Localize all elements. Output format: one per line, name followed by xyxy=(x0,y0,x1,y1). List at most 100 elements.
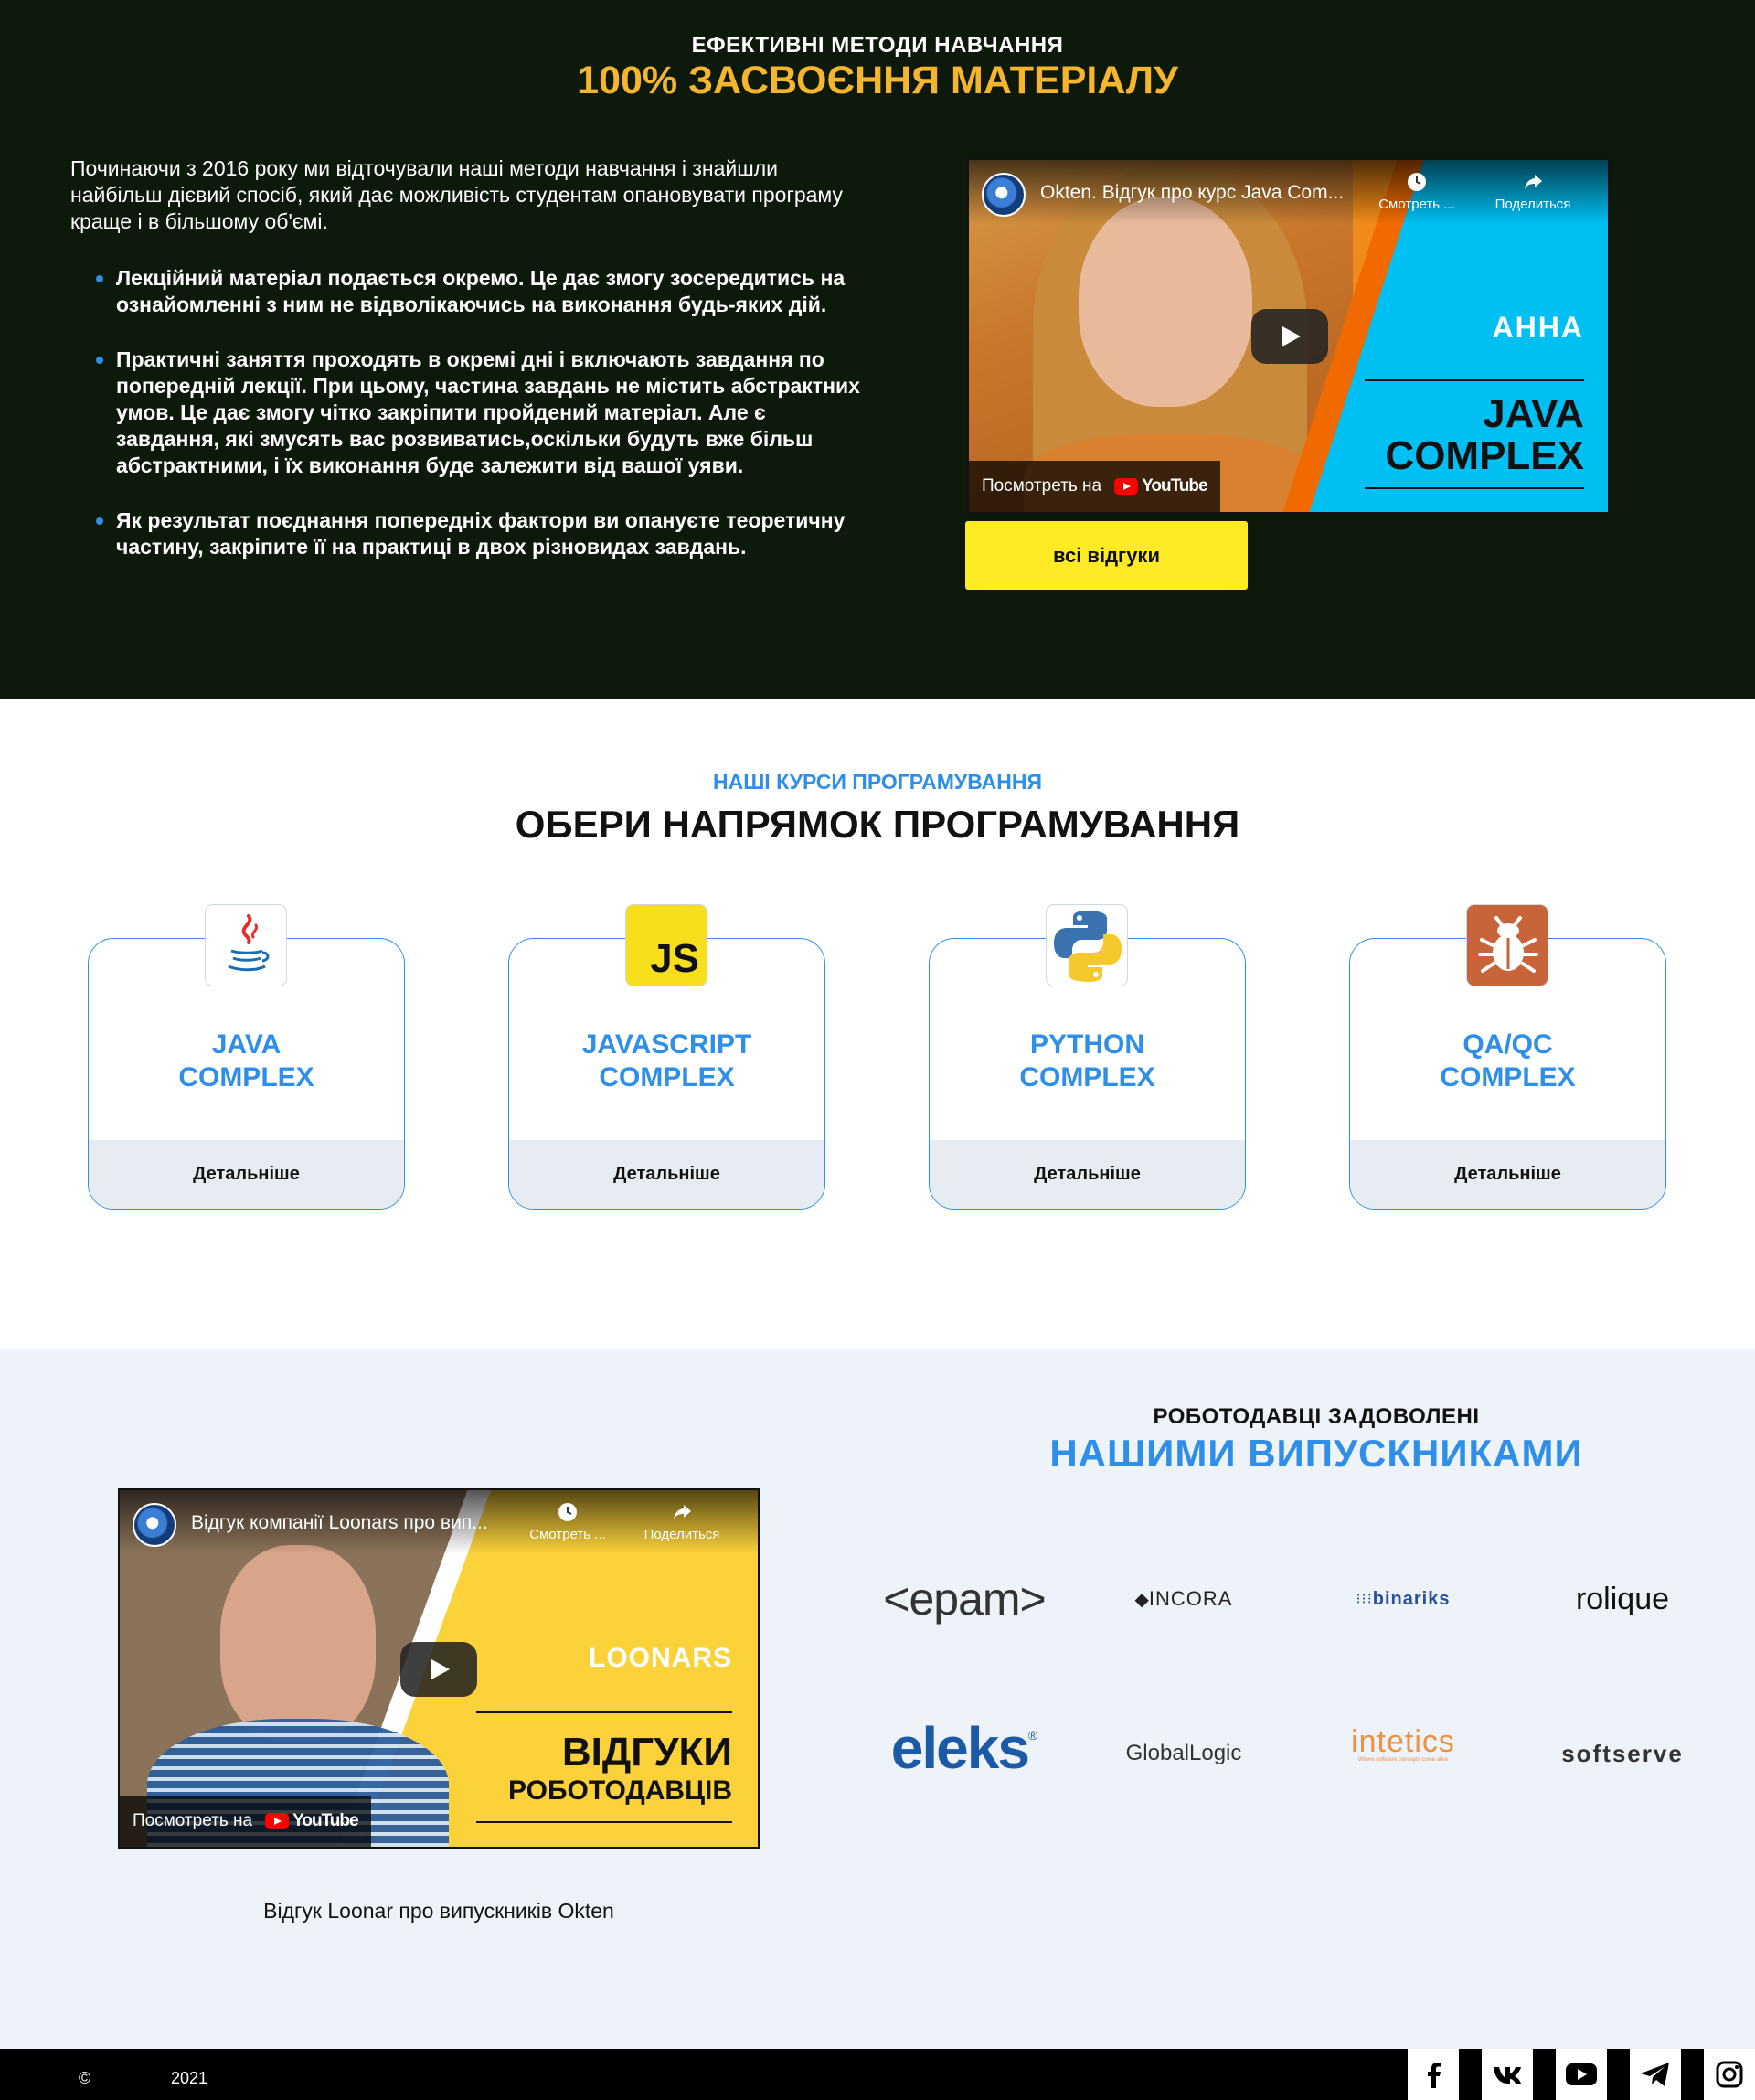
rolique-logo-text: rolique xyxy=(1575,1581,1670,1616)
video-title[interactable]: Okten. Відгук про курс Java Com... xyxy=(1040,182,1344,204)
channel-avatar-icon[interactable] xyxy=(133,1503,176,1547)
course-name: JAVA COMPLEX xyxy=(89,1029,404,1094)
course-name: QA/QC COMPLEX xyxy=(1350,1029,1665,1094)
binariks-logo: ⁝⁝⁝ binariks xyxy=(1321,1572,1485,1626)
telegram-icon[interactable] xyxy=(1630,2049,1681,2100)
course-name-line1: PYTHON xyxy=(1029,1029,1144,1060)
thumbnail-name: АННА xyxy=(1492,311,1584,344)
instagram-icon[interactable] xyxy=(1704,2049,1755,2100)
softserve-logo-text: softserve xyxy=(1561,1739,1684,1767)
methods-point-text: Лекційний матеріал подається окремо. Це … xyxy=(116,266,846,316)
intetics-logo-text: intetics xyxy=(1351,1724,1455,1759)
copyright-year: 2021 xyxy=(171,2069,208,2087)
bullet-icon xyxy=(96,357,103,364)
thumbnail-course-line1: JAVA xyxy=(1483,391,1584,436)
thumbnail-divider xyxy=(1365,379,1584,381)
share-button[interactable]: Поделиться xyxy=(1487,171,1579,212)
thumbnail-divider xyxy=(476,1711,732,1713)
courses-kicker: НАШІ КУРСИ ПРОГРАМУВАННЯ xyxy=(712,770,1043,794)
course-name: JAVASCRIPT COMPLEX xyxy=(509,1029,824,1094)
js-icon-text: JS xyxy=(650,936,699,981)
eleks-logo: eleks ® xyxy=(873,1715,1056,1781)
watch-on-label: Посмотреть на xyxy=(982,476,1102,496)
bullet-icon xyxy=(96,275,103,282)
methods-kicker: ЕФЕКТИВНІ МЕТОДИ НАВЧАННЯ xyxy=(691,33,1064,58)
course-name-line2: COMPLEX xyxy=(178,1062,314,1093)
watch-later-button[interactable]: Смотреть ... xyxy=(522,1501,613,1542)
globallogic-logo-text: GlobalLogic xyxy=(1125,1741,1242,1765)
share-label: Поделиться xyxy=(1494,197,1571,212)
course-name-line2: COMPLEX xyxy=(1440,1062,1576,1093)
python-icon xyxy=(1046,904,1128,986)
copyright-symbol: © xyxy=(79,2069,91,2087)
watch-on-label: Посмотреть на xyxy=(133,1811,253,1830)
registered-icon: ® xyxy=(1027,1728,1038,1743)
share-button[interactable]: Поделиться xyxy=(636,1501,728,1542)
methods-list-item: Лекційний матеріал подається окремо. Це … xyxy=(70,265,866,318)
bug-icon xyxy=(1466,904,1548,986)
vk-icon[interactable] xyxy=(1482,2049,1533,2100)
play-button[interactable] xyxy=(400,1642,477,1697)
course-details-link[interactable]: Детальніше xyxy=(930,1140,1245,1209)
methods-title: 100% ЗАСВОЄННЯ МАТЕРІАЛУ xyxy=(577,59,1178,102)
watch-on-youtube-link[interactable]: Посмотреть на YouTube xyxy=(969,461,1220,512)
facebook-icon[interactable] xyxy=(1408,2049,1459,2100)
methods-section: ЕФЕКТИВНІ МЕТОДИ НАВЧАННЯ 100% ЗАСВОЄННЯ… xyxy=(0,0,1755,699)
watch-later-label: Смотреть ... xyxy=(529,1527,606,1542)
epam-logo: <epam> xyxy=(878,1572,1051,1626)
js-icon: JS xyxy=(625,904,707,986)
youtube-wordmark: YouTube xyxy=(1142,476,1207,496)
java-icon xyxy=(205,904,287,986)
share-label: Поделиться xyxy=(644,1527,720,1542)
thumbnail-line1: ВІДГУКИ xyxy=(561,1730,732,1775)
course-details-link[interactable]: Детальніше xyxy=(89,1140,404,1209)
share-icon xyxy=(636,1501,728,1527)
course-details-link[interactable]: Детальніше xyxy=(1350,1140,1665,1209)
youtube-logo-icon: YouTube xyxy=(265,1811,359,1831)
methods-intro: Починаючи з 2016 року ми відточували наш… xyxy=(70,156,843,233)
binariks-logo-text: binariks xyxy=(1372,1588,1451,1609)
course-name: PYTHON COMPLEX xyxy=(930,1029,1245,1094)
employers-title: НАШИМИ ВИПУСКНИКАМИ xyxy=(1049,1432,1583,1475)
employer-video-player[interactable]: LOONARS ВІДГУКИ РОБОТОДАВЦІВ Відгук комп… xyxy=(118,1488,760,1849)
methods-point-text: Практичні заняття проходять в окремі дні… xyxy=(116,347,860,477)
intetics-logo: intetics Where software concepts come al… xyxy=(1316,1717,1490,1772)
video-title[interactable]: Відгук компанії Loonars про вип... xyxy=(191,1512,488,1534)
eleks-logo-text: eleks xyxy=(890,1715,1030,1781)
youtube-wordmark: YouTube xyxy=(292,1811,358,1830)
all-reviews-button[interactable]: всі відгуки xyxy=(965,521,1248,590)
thumbnail-face xyxy=(220,1545,376,1742)
softserve-logo: softserve xyxy=(1536,1726,1709,1781)
watch-later-button[interactable]: Смотреть ... xyxy=(1371,171,1462,212)
course-name-line1: JAVASCRIPT xyxy=(581,1029,752,1060)
binariks-mark-icon: ⁝⁝⁝ xyxy=(1356,1592,1373,1607)
epam-logo-text: <epam> xyxy=(883,1573,1046,1625)
watch-on-youtube-link[interactable]: Посмотреть на YouTube xyxy=(120,1796,371,1847)
methods-point-text: Як результат поєднання попередніх фактор… xyxy=(116,508,846,559)
clock-icon xyxy=(1371,171,1462,197)
course-name-line2: COMPLEX xyxy=(1019,1062,1155,1093)
rolique-logo: rolique xyxy=(1545,1572,1700,1626)
channel-avatar-icon[interactable] xyxy=(982,173,1026,217)
employers-section: РОБОТОДАВЦІ ЗАДОВОЛЕНІ НАШИМИ ВИПУСКНИКА… xyxy=(0,1349,1755,2049)
bullet-icon xyxy=(96,517,103,525)
employer-video-caption: Відгук Loonar про випускників Okten xyxy=(263,1899,614,1923)
employers-kicker: РОБОТОДАВЦІ ЗАДОВОЛЕНІ xyxy=(1153,1404,1480,1429)
globallogic-logo: GlobalLogic xyxy=(1101,1726,1266,1781)
methods-list-item: Практичні заняття проходять в окремі дні… xyxy=(70,346,866,479)
course-details-link[interactable]: Детальніше xyxy=(509,1140,824,1209)
incora-logo-text: INCORA xyxy=(1148,1587,1233,1610)
thumbnail-course-line2: COMPLEX xyxy=(1385,433,1584,478)
review-video-player[interactable]: АННА JAVA COMPLEX Okten. Відгук про курс… xyxy=(967,158,1610,514)
incora-mark-icon: ◆ xyxy=(1134,1589,1149,1610)
play-button[interactable] xyxy=(1251,309,1328,364)
thumbnail-line2: РОБОТОДАВЦІВ xyxy=(508,1775,732,1806)
methods-list-item: Як результат поєднання попередніх фактор… xyxy=(70,507,866,560)
thumbnail-divider xyxy=(476,1821,732,1823)
course-name-line2: COMPLEX xyxy=(599,1062,735,1093)
watch-later-label: Смотреть ... xyxy=(1378,197,1455,212)
youtube-icon[interactable] xyxy=(1556,2049,1607,2100)
incora-logo: ◆ INCORA xyxy=(1101,1572,1266,1626)
course-name-line1: QA/QC xyxy=(1462,1029,1553,1060)
share-icon xyxy=(1487,171,1579,197)
